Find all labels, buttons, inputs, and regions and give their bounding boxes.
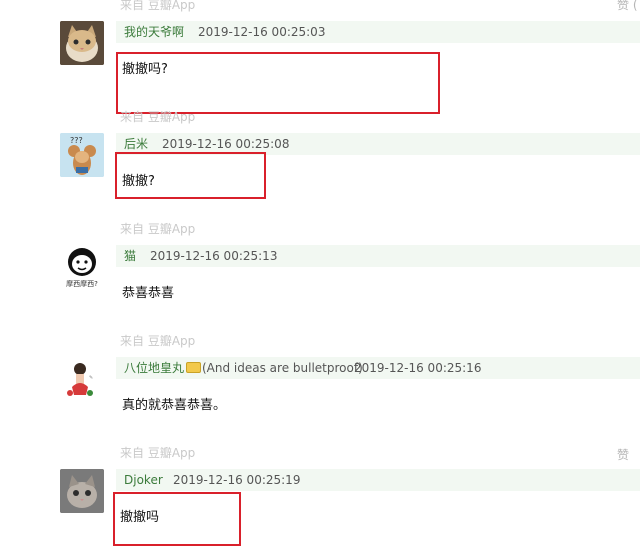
source-label-3: 来自 豆瓣App: [120, 334, 196, 348]
comment-meta-5: Djoker 2019-12-16 00:25:19: [116, 469, 640, 491]
avatar-cat[interactable]: [60, 21, 104, 65]
comment-user-4-name[interactable]: 八位地皇丸: [124, 361, 184, 375]
source-label-0: 来自 豆瓣App: [120, 0, 196, 12]
comment-user-5[interactable]: Djoker: [124, 469, 163, 491]
highlight-box-2: [115, 152, 266, 199]
avatar-panda-meme[interactable]: 摩西摩西?: [60, 245, 104, 289]
svg-text:???: ???: [70, 136, 83, 145]
comment-meta-4: 八位地皇丸 (And ideas are bulletproof) 2019-1…: [116, 357, 640, 379]
mouse-avatar-icon: ???: [60, 133, 104, 177]
avatar-jerry[interactable]: ???: [60, 133, 104, 177]
avatar-girl[interactable]: ✎: [60, 357, 104, 401]
comment-user-4[interactable]: 八位地皇丸: [124, 357, 202, 379]
comment-signature-4: (And ideas are bulletproof): [202, 361, 363, 375]
source-label-1: 来自 豆瓣App: [120, 110, 196, 124]
source-label-2: 来自 豆瓣App: [120, 222, 196, 236]
comment-user-3[interactable]: 猫: [124, 245, 136, 267]
comment-time-1: 2019-12-16 00:25:03: [198, 25, 326, 39]
girl-avatar-icon: ✎: [60, 357, 104, 401]
cat-photo-avatar-icon: [60, 469, 104, 513]
panda-meme-icon: [60, 245, 104, 279]
avatar-caption: 摩西摩西?: [66, 280, 98, 288]
comment-user-1[interactable]: 我的天爷啊: [124, 21, 184, 43]
highlight-box-5: [113, 492, 241, 546]
comment-time-4: 2019-12-16 00:25:16: [354, 361, 482, 375]
cat-avatar-icon: [60, 21, 104, 65]
avatar-djoker[interactable]: [60, 469, 104, 513]
comment-time-5: 2019-12-16 00:25:19: [173, 473, 301, 487]
like-button-top[interactable]: 赞 (: [617, 0, 638, 13]
like-button-5[interactable]: 赞: [617, 446, 629, 463]
comment-text-3: 恭喜恭喜: [122, 286, 175, 301]
comment-meta-1: 我的天爷啊 2019-12-16 00:25:03: [116, 21, 640, 43]
vip-badge-icon: [186, 362, 202, 373]
comment-text-4: 真的就恭喜恭喜。: [122, 398, 227, 413]
source-label-4: 来自 豆瓣App: [120, 446, 196, 460]
highlight-box-1: [116, 52, 440, 114]
comment-meta-3: 猫 2019-12-16 00:25:13: [116, 245, 640, 267]
svg-text:✎: ✎: [89, 375, 93, 381]
comment-time-3: 2019-12-16 00:25:13: [150, 249, 278, 263]
